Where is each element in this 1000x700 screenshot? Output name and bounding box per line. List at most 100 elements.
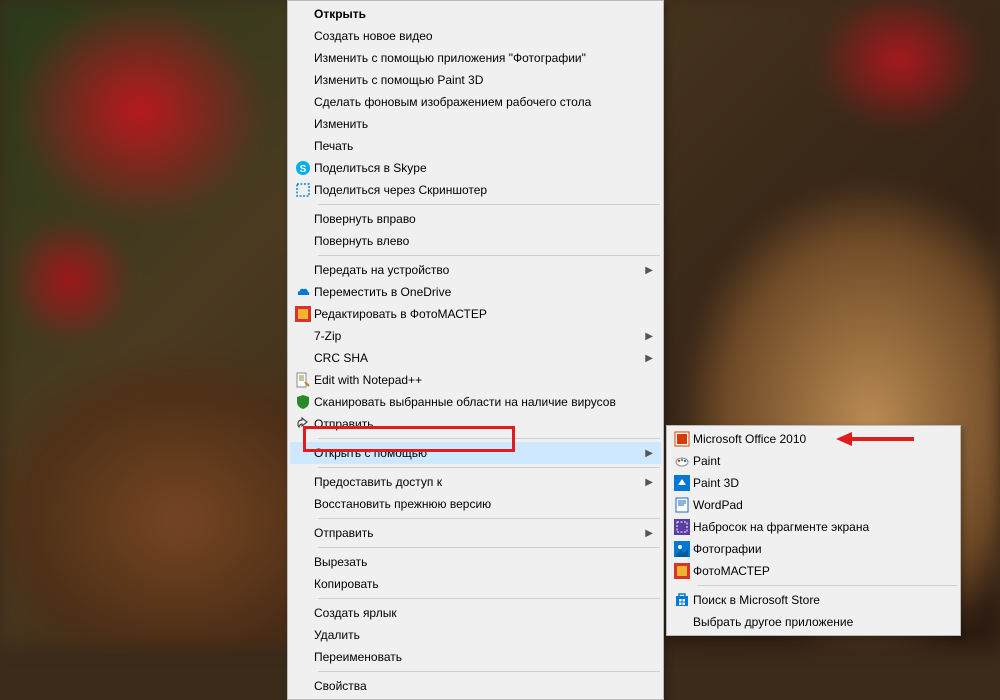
menu-label: Вырезать	[314, 555, 653, 569]
menu-create-video[interactable]: Создать новое видео	[290, 25, 661, 47]
menu-label: Повернуть вправо	[314, 212, 653, 226]
menu-create-shortcut[interactable]: Создать ярлык	[290, 602, 661, 624]
blank-icon	[292, 71, 314, 89]
menu-label: Открыть	[314, 7, 653, 21]
blank-icon	[292, 677, 314, 695]
menu-cast-device[interactable]: Передать на устройство ▶	[290, 259, 661, 281]
menu-copy[interactable]: Копировать	[290, 573, 661, 595]
menu-label: Microsoft Office 2010	[693, 432, 950, 446]
menu-separator	[318, 671, 660, 672]
blank-icon	[292, 553, 314, 571]
menu-edit-photos-app[interactable]: Изменить с помощью приложения "Фотографи…	[290, 47, 661, 69]
submenu-wordpad[interactable]: WordPad	[669, 494, 958, 516]
submenu-photos[interactable]: Фотографии	[669, 538, 958, 560]
blank-icon	[292, 5, 314, 23]
blank-icon	[292, 495, 314, 513]
menu-send-to[interactable]: Отправить ▶	[290, 522, 661, 544]
menu-cut[interactable]: Вырезать	[290, 551, 661, 573]
submenu-arrow-icon: ▶	[643, 528, 653, 539]
menu-edit-fotomaster[interactable]: Редактировать в ФотоМАСТЕР	[290, 303, 661, 325]
menu-share-skype[interactable]: S Поделиться в Skype	[290, 157, 661, 179]
antivirus-icon	[292, 393, 314, 411]
menu-label: Печать	[314, 139, 653, 153]
menu-edit[interactable]: Изменить	[290, 113, 661, 135]
snip-sketch-icon	[671, 518, 693, 536]
menu-edit-paint3d[interactable]: Изменить с помощью Paint 3D	[290, 69, 661, 91]
onedrive-icon	[292, 283, 314, 301]
blank-icon	[292, 626, 314, 644]
menu-label: Создать новое видео	[314, 29, 653, 43]
menu-label: Изменить с помощью приложения "Фотографи…	[314, 51, 653, 65]
menu-label: Сделать фоновым изображением рабочего ст…	[314, 95, 653, 109]
menu-separator	[318, 438, 660, 439]
blank-icon	[292, 27, 314, 45]
menu-grant-access[interactable]: Предоставить доступ к ▶	[290, 471, 661, 493]
open-with-submenu: Microsoft Office 2010 Paint Paint 3D Wor…	[666, 425, 961, 636]
notepadpp-icon	[292, 371, 314, 389]
menu-label: Поделиться через Скриншотер	[314, 183, 653, 197]
submenu-fotomaster[interactable]: ФотоМАСТЕР	[669, 560, 958, 582]
submenu-arrow-icon: ▶	[643, 353, 653, 364]
blank-icon	[292, 137, 314, 155]
menu-label: Изменить с помощью Paint 3D	[314, 73, 653, 87]
menu-properties[interactable]: Свойства	[290, 675, 661, 697]
menu-open-with[interactable]: Открыть с помощью ▶	[290, 442, 661, 464]
menu-label: Редактировать в ФотоМАСТЕР	[314, 307, 653, 321]
fotomaster-icon	[671, 562, 693, 580]
menu-rename[interactable]: Переименовать	[290, 646, 661, 668]
menu-label: Переименовать	[314, 650, 653, 664]
menu-label: Сканировать выбранные области на наличие…	[314, 395, 653, 409]
paint3d-icon	[671, 474, 693, 492]
blank-icon	[292, 575, 314, 593]
submenu-paint[interactable]: Paint	[669, 450, 958, 472]
menu-label: Изменить	[314, 117, 653, 131]
menu-move-onedrive[interactable]: Переместить в OneDrive	[290, 281, 661, 303]
svg-text:S: S	[300, 164, 307, 175]
blank-icon	[292, 604, 314, 622]
blank-icon	[292, 210, 314, 228]
ms-store-icon	[671, 591, 693, 609]
menu-delete[interactable]: Удалить	[290, 624, 661, 646]
menu-label: Отправить	[314, 417, 653, 431]
menu-separator	[318, 204, 660, 205]
menu-label: Повернуть влево	[314, 234, 653, 248]
menu-crc-sha[interactable]: CRC SHA ▶	[290, 347, 661, 369]
menu-share[interactable]: Отправить	[290, 413, 661, 435]
menu-label: WordPad	[693, 498, 950, 512]
wordpad-icon	[671, 496, 693, 514]
blank-icon	[292, 49, 314, 67]
menu-7zip[interactable]: 7-Zip ▶	[290, 325, 661, 347]
menu-restore-previous[interactable]: Восстановить прежнюю версию	[290, 493, 661, 515]
file-context-menu: Открыть Создать новое видео Изменить с п…	[287, 0, 664, 700]
menu-scan-virus[interactable]: Сканировать выбранные области на наличие…	[290, 391, 661, 413]
submenu-arrow-icon: ▶	[643, 331, 653, 342]
blank-icon	[292, 261, 314, 279]
menu-separator	[318, 255, 660, 256]
submenu-ms-office[interactable]: Microsoft Office 2010	[669, 428, 958, 450]
menu-share-screenshoter[interactable]: Поделиться через Скриншотер	[290, 179, 661, 201]
menu-print[interactable]: Печать	[290, 135, 661, 157]
paint-icon	[671, 452, 693, 470]
blank-icon	[671, 613, 693, 631]
blank-icon	[292, 93, 314, 111]
blank-icon	[292, 524, 314, 542]
menu-label: Набросок на фрагменте экрана	[693, 520, 950, 534]
blank-icon	[292, 115, 314, 133]
menu-set-wallpaper[interactable]: Сделать фоновым изображением рабочего ст…	[290, 91, 661, 113]
submenu-choose-other[interactable]: Выбрать другое приложение	[669, 611, 958, 633]
submenu-snip-sketch[interactable]: Набросок на фрагменте экрана	[669, 516, 958, 538]
blank-icon	[292, 444, 314, 462]
menu-rotate-right[interactable]: Повернуть вправо	[290, 208, 661, 230]
menu-rotate-left[interactable]: Повернуть влево	[290, 230, 661, 252]
skype-icon: S	[292, 159, 314, 177]
menu-label: Выбрать другое приложение	[693, 615, 950, 629]
submenu-ms-store[interactable]: Поиск в Microsoft Store	[669, 589, 958, 611]
blank-icon	[292, 349, 314, 367]
blank-icon	[292, 473, 314, 491]
menu-separator	[318, 598, 660, 599]
share-icon	[292, 415, 314, 433]
menu-edit-notepadpp[interactable]: Edit with Notepad++	[290, 369, 661, 391]
menu-open[interactable]: Открыть	[290, 3, 661, 25]
menu-label: ФотоМАСТЕР	[693, 564, 950, 578]
submenu-paint3d[interactable]: Paint 3D	[669, 472, 958, 494]
